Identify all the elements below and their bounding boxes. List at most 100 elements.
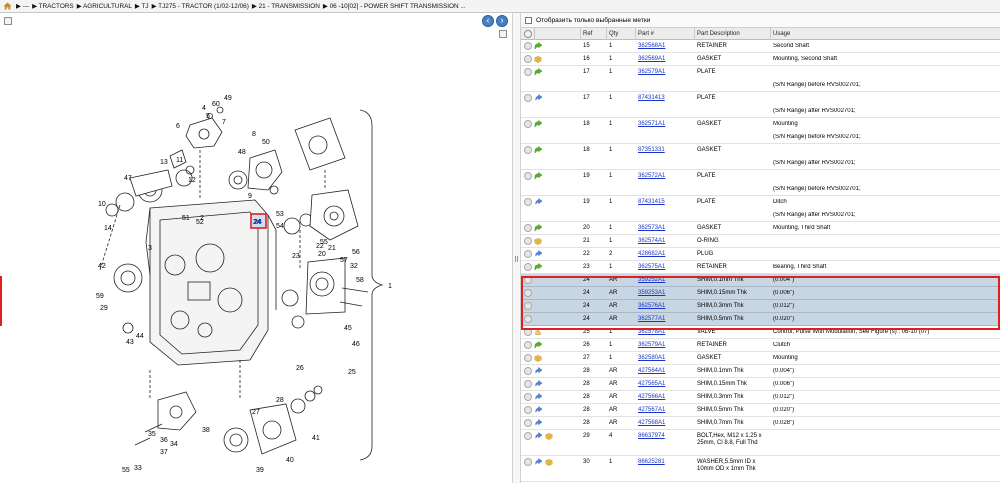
diagram-callout[interactable]: 60 [212, 101, 220, 108]
green-arrow-icon[interactable] [534, 224, 543, 232]
package-icon[interactable] [534, 55, 542, 63]
diagram-callout[interactable]: 55 [122, 467, 130, 474]
part-number-link[interactable]: 362576A1 [638, 303, 665, 310]
exploded-parts-diagram[interactable]: 494660578509481211131047515222 2120142324… [0, 30, 512, 483]
diagram-callout[interactable]: 58 [356, 277, 364, 284]
package-icon[interactable] [534, 237, 542, 245]
diagram-callout[interactable]: 50 [262, 139, 270, 146]
part-number-link[interactable]: 427565A1 [638, 381, 665, 388]
table-row[interactable]: 15 1 362568A1 RETAINER Second Shaft [521, 40, 1000, 53]
splitter-grip-icon[interactable] [515, 256, 518, 262]
green-arrow-icon[interactable] [534, 42, 543, 50]
table-row[interactable]: 18 1 362571A1 GASKET Mounting (S/N Range) bef… [521, 118, 1000, 144]
table-row[interactable]: 19 1 362572A1 PLATE (S/N Range) before RVS00… [521, 170, 1000, 196]
part-number-link[interactable]: 87351331 [638, 147, 665, 154]
part-number-link[interactable]: 362572A1 [638, 173, 665, 180]
table-row[interactable]: 22 2 428682A1 PLUG [521, 248, 1000, 261]
table-row[interactable]: 20 1 362573A1 GASKET Mounting, Third Shaft [521, 222, 1000, 235]
breadcrumb-item[interactable]: ▶ --- [16, 2, 29, 10]
info-circle-icon[interactable] [524, 419, 532, 427]
info-circle-icon[interactable] [524, 198, 532, 206]
diagram-callout[interactable]: 28 [276, 397, 284, 404]
info-circle-icon[interactable] [524, 276, 532, 284]
part-number-link[interactable]: 359253A1 [638, 290, 665, 297]
package-icon[interactable] [545, 458, 553, 466]
green-arrow-icon[interactable] [534, 146, 543, 154]
info-circle-icon[interactable] [524, 237, 532, 245]
part-number-link[interactable]: 362579A1 [638, 342, 665, 349]
table-row[interactable]: 26 1 362579A1 RETAINER Clutch [521, 339, 1000, 352]
part-number-link[interactable]: 362573A1 [638, 225, 665, 232]
info-circle-icon[interactable] [524, 224, 532, 232]
diagram-callout[interactable]: 36 [160, 437, 168, 444]
table-row[interactable]: 30 1 86625281 WASHER,5.5mm ID x 10mm OD x 1… [521, 456, 1000, 482]
diagram-callout[interactable]: 47 [124, 175, 132, 182]
diagram-callout[interactable]: 20 [318, 251, 326, 258]
diagram-callout[interactable]: 21 [328, 245, 336, 252]
part-number-link[interactable]: 362569A1 [638, 56, 665, 63]
diagram-menu-icon[interactable] [4, 17, 12, 25]
info-circle-icon[interactable] [524, 367, 532, 375]
table-row[interactable]: 24 AR 362576A1 SHIM,0.3mm Thk (0.012") [521, 300, 1000, 313]
green-arrow-icon[interactable] [534, 120, 543, 128]
blue-arrow-icon[interactable] [534, 406, 543, 414]
highlighted-callout-label[interactable]: 24 [254, 219, 262, 226]
blue-arrow-icon[interactable] [534, 380, 543, 388]
diagram-callout[interactable]: 57 [340, 257, 348, 264]
breadcrumb-item[interactable]: ▶ AGRICULTURAL [77, 2, 132, 10]
diagram-callout[interactable]: 6 [176, 123, 180, 130]
breadcrumb-item[interactable]: ▶ 06 -10[02] - POWER SHIFT TRANSMISSION … [323, 2, 466, 10]
info-circle-icon[interactable] [524, 42, 532, 50]
part-number-link[interactable]: 427564A1 [638, 368, 665, 375]
diagram-callout[interactable]: 48 [238, 149, 246, 156]
header-description[interactable]: Part Description [697, 31, 740, 37]
part-number-link[interactable]: 86637974 [638, 433, 665, 440]
part-number-link[interactable]: 427566A1 [638, 394, 665, 401]
diagram-callout[interactable]: 38 [202, 427, 210, 434]
diagram-callout[interactable]: 9 [248, 193, 252, 200]
diagram-callout[interactable]: 12 [188, 177, 196, 184]
header-usage[interactable]: Usage [773, 31, 790, 37]
diagram-callout[interactable]: 45 [344, 325, 352, 332]
info-circle-icon[interactable] [524, 380, 532, 388]
info-circle-icon[interactable] [524, 172, 532, 180]
blue-arrow-icon[interactable] [534, 393, 543, 401]
diagram-callout[interactable]: 44 [136, 333, 144, 340]
part-number-link[interactable]: 427567A1 [638, 407, 665, 414]
column-settings-icon[interactable] [524, 30, 532, 38]
part-number-link[interactable]: 427568A1 [638, 420, 665, 427]
diagram-callout[interactable]: 2 [200, 215, 204, 222]
next-page-icon[interactable]: › [496, 15, 508, 27]
pane-splitter[interactable] [512, 13, 521, 483]
breadcrumb-item[interactable]: ▶ TJ [135, 2, 149, 10]
green-arrow-icon[interactable] [534, 68, 543, 76]
diagram-callout[interactable]: 53 [276, 211, 284, 218]
info-circle-icon[interactable] [524, 120, 532, 128]
diagram-callout[interactable]: 34 [170, 441, 178, 448]
info-circle-icon[interactable] [524, 354, 532, 362]
diagram-callout[interactable]: 55 [320, 239, 328, 246]
blue-arrow-icon[interactable] [534, 419, 543, 427]
blue-arrow-icon[interactable] [534, 432, 543, 440]
info-circle-icon[interactable] [524, 263, 532, 271]
breadcrumb-item[interactable]: ▶ TJ275 - TRACTOR (1/02-12/06) [152, 2, 249, 10]
info-circle-icon[interactable] [524, 302, 532, 310]
info-circle-icon[interactable] [524, 432, 532, 440]
blue-arrow-icon[interactable] [534, 458, 543, 466]
diagram-callout[interactable]: 49 [224, 95, 232, 102]
part-number-link[interactable]: 428682A1 [638, 251, 665, 258]
info-circle-icon[interactable] [524, 250, 532, 258]
diagram-callout[interactable]: 42 [98, 263, 106, 270]
part-number-link[interactable]: 359252A1 [638, 277, 665, 284]
diagram-callout[interactable]: 56 [352, 249, 360, 256]
diagram-callout[interactable]: 43 [126, 339, 134, 346]
blue-arrow-icon[interactable] [534, 94, 543, 102]
diagram-callout[interactable]: 51 [182, 215, 190, 222]
diagram-callout[interactable]: 27 [252, 409, 260, 416]
home-icon[interactable] [3, 2, 12, 10]
diagram-callout[interactable]: 14 [104, 225, 112, 232]
green-arrow-icon[interactable] [534, 172, 543, 180]
table-row[interactable]: 24 AR 362577A1 SHIM,0.5mm Thk (0.020") [521, 313, 1000, 326]
table-row[interactable]: 17 1 362579A1 PLATE (S/N Range) before RVS00… [521, 66, 1000, 92]
table-row[interactable]: 28 AR 427568A1 SHIM,0.7mm Thk (0.028") [521, 417, 1000, 430]
